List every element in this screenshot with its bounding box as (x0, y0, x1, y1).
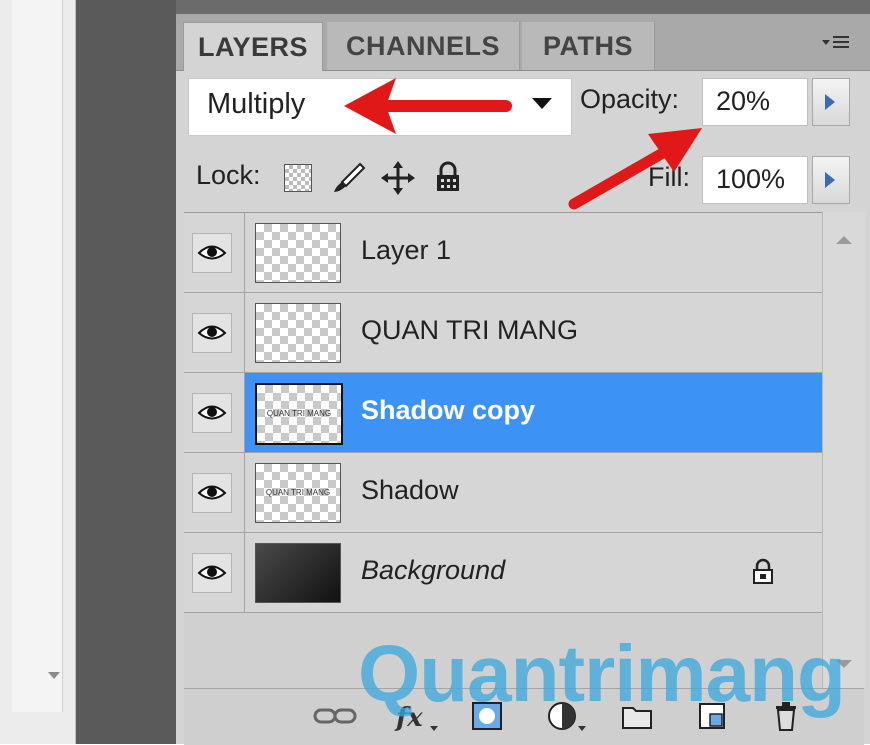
tab-paths[interactable]: PATHS (522, 22, 655, 70)
scroll-up-arrow-icon[interactable] (836, 236, 852, 244)
lock-transparency-icon[interactable] (284, 164, 312, 192)
opacity-label: Opacity: (580, 84, 680, 114)
play-arrow-icon (825, 172, 835, 188)
fill-value: 100% (716, 164, 786, 194)
layer-thumbnail (255, 543, 341, 603)
lock-label: Lock: (196, 160, 261, 190)
tab-channels[interactable]: CHANNELS (327, 22, 520, 70)
opacity-slider-button[interactable] (812, 78, 850, 126)
layer-row-background[interactable]: Background (184, 533, 822, 613)
layer-content[interactable]: QUAN TRI MANG Shadow (245, 453, 822, 532)
layer-content[interactable]: QUAN TRI MANG Shadow copy (245, 373, 822, 452)
tab-layers[interactable]: LAYERS (183, 22, 323, 71)
blend-mode-value: Multiply (207, 88, 306, 120)
layer-row-layer-1[interactable]: Layer 1 (184, 213, 822, 293)
eye-icon[interactable] (192, 233, 232, 273)
layer-content[interactable]: Layer 1 (245, 213, 822, 292)
layer-thumbnail (255, 303, 341, 363)
visibility-cell[interactable] (184, 213, 245, 292)
visibility-cell[interactable] (184, 453, 245, 532)
layer-row-quan-tri-mang[interactable]: QUAN TRI MANG (184, 293, 822, 373)
thumbnail-text: QUAN TRI MANG (266, 409, 332, 418)
thumbnail-text: QUAN TRI MANG (265, 488, 331, 497)
layer-thumbnail: QUAN TRI MANG (255, 383, 343, 445)
panel-menu-icon[interactable] (814, 30, 854, 58)
layer-name: Shadow (361, 475, 459, 505)
annotation-arrow-diagonal (562, 120, 708, 212)
layer-name: Background (361, 555, 506, 585)
visibility-cell[interactable] (184, 293, 245, 372)
layer-thumbnail: QUAN TRI MANG (255, 463, 341, 523)
visibility-cell[interactable] (184, 533, 245, 612)
eye-icon[interactable] (192, 473, 232, 513)
lock-all-icon[interactable] (434, 160, 462, 194)
panel-title-bar (176, 0, 870, 14)
layer-content[interactable]: QUAN TRI MANG (245, 293, 822, 372)
layer-name: QUAN TRI MANG (361, 315, 579, 345)
eye-icon[interactable] (192, 393, 232, 433)
layer-row-shadow[interactable]: QUAN TRI MANG Shadow (184, 453, 822, 533)
opacity-value: 20% (716, 86, 771, 116)
layer-name: Shadow copy (361, 395, 536, 425)
left-scroll-track[interactable] (12, 0, 63, 712)
eye-icon[interactable] (192, 313, 232, 353)
layers-scrollbar[interactable] (822, 212, 865, 688)
lock-icon (751, 557, 775, 592)
fill-slider-button[interactable] (812, 156, 850, 204)
chevron-down-icon[interactable] (532, 98, 552, 109)
scroll-down-arrow-icon[interactable] (48, 672, 60, 679)
lock-image-brush-icon[interactable] (330, 160, 368, 196)
annotation-arrow-left (340, 74, 512, 138)
play-arrow-icon (825, 94, 835, 110)
eye-icon[interactable] (192, 553, 232, 593)
link-icon[interactable] (312, 700, 358, 732)
layer-row-shadow-copy[interactable]: QUAN TRI MANG Shadow copy (184, 373, 822, 453)
watermark-logo: Quantrimang (358, 629, 846, 718)
layer-thumbnail (255, 223, 341, 283)
lock-position-move-icon[interactable] (380, 160, 416, 196)
layer-name: Layer 1 (361, 235, 452, 265)
layers-list: Layer 1 QUAN TRI MANG QUAN TRI MANG Shad… (184, 212, 822, 689)
layer-content[interactable]: Background (245, 533, 822, 612)
visibility-cell[interactable] (184, 373, 245, 452)
canvas-area (76, 0, 176, 744)
